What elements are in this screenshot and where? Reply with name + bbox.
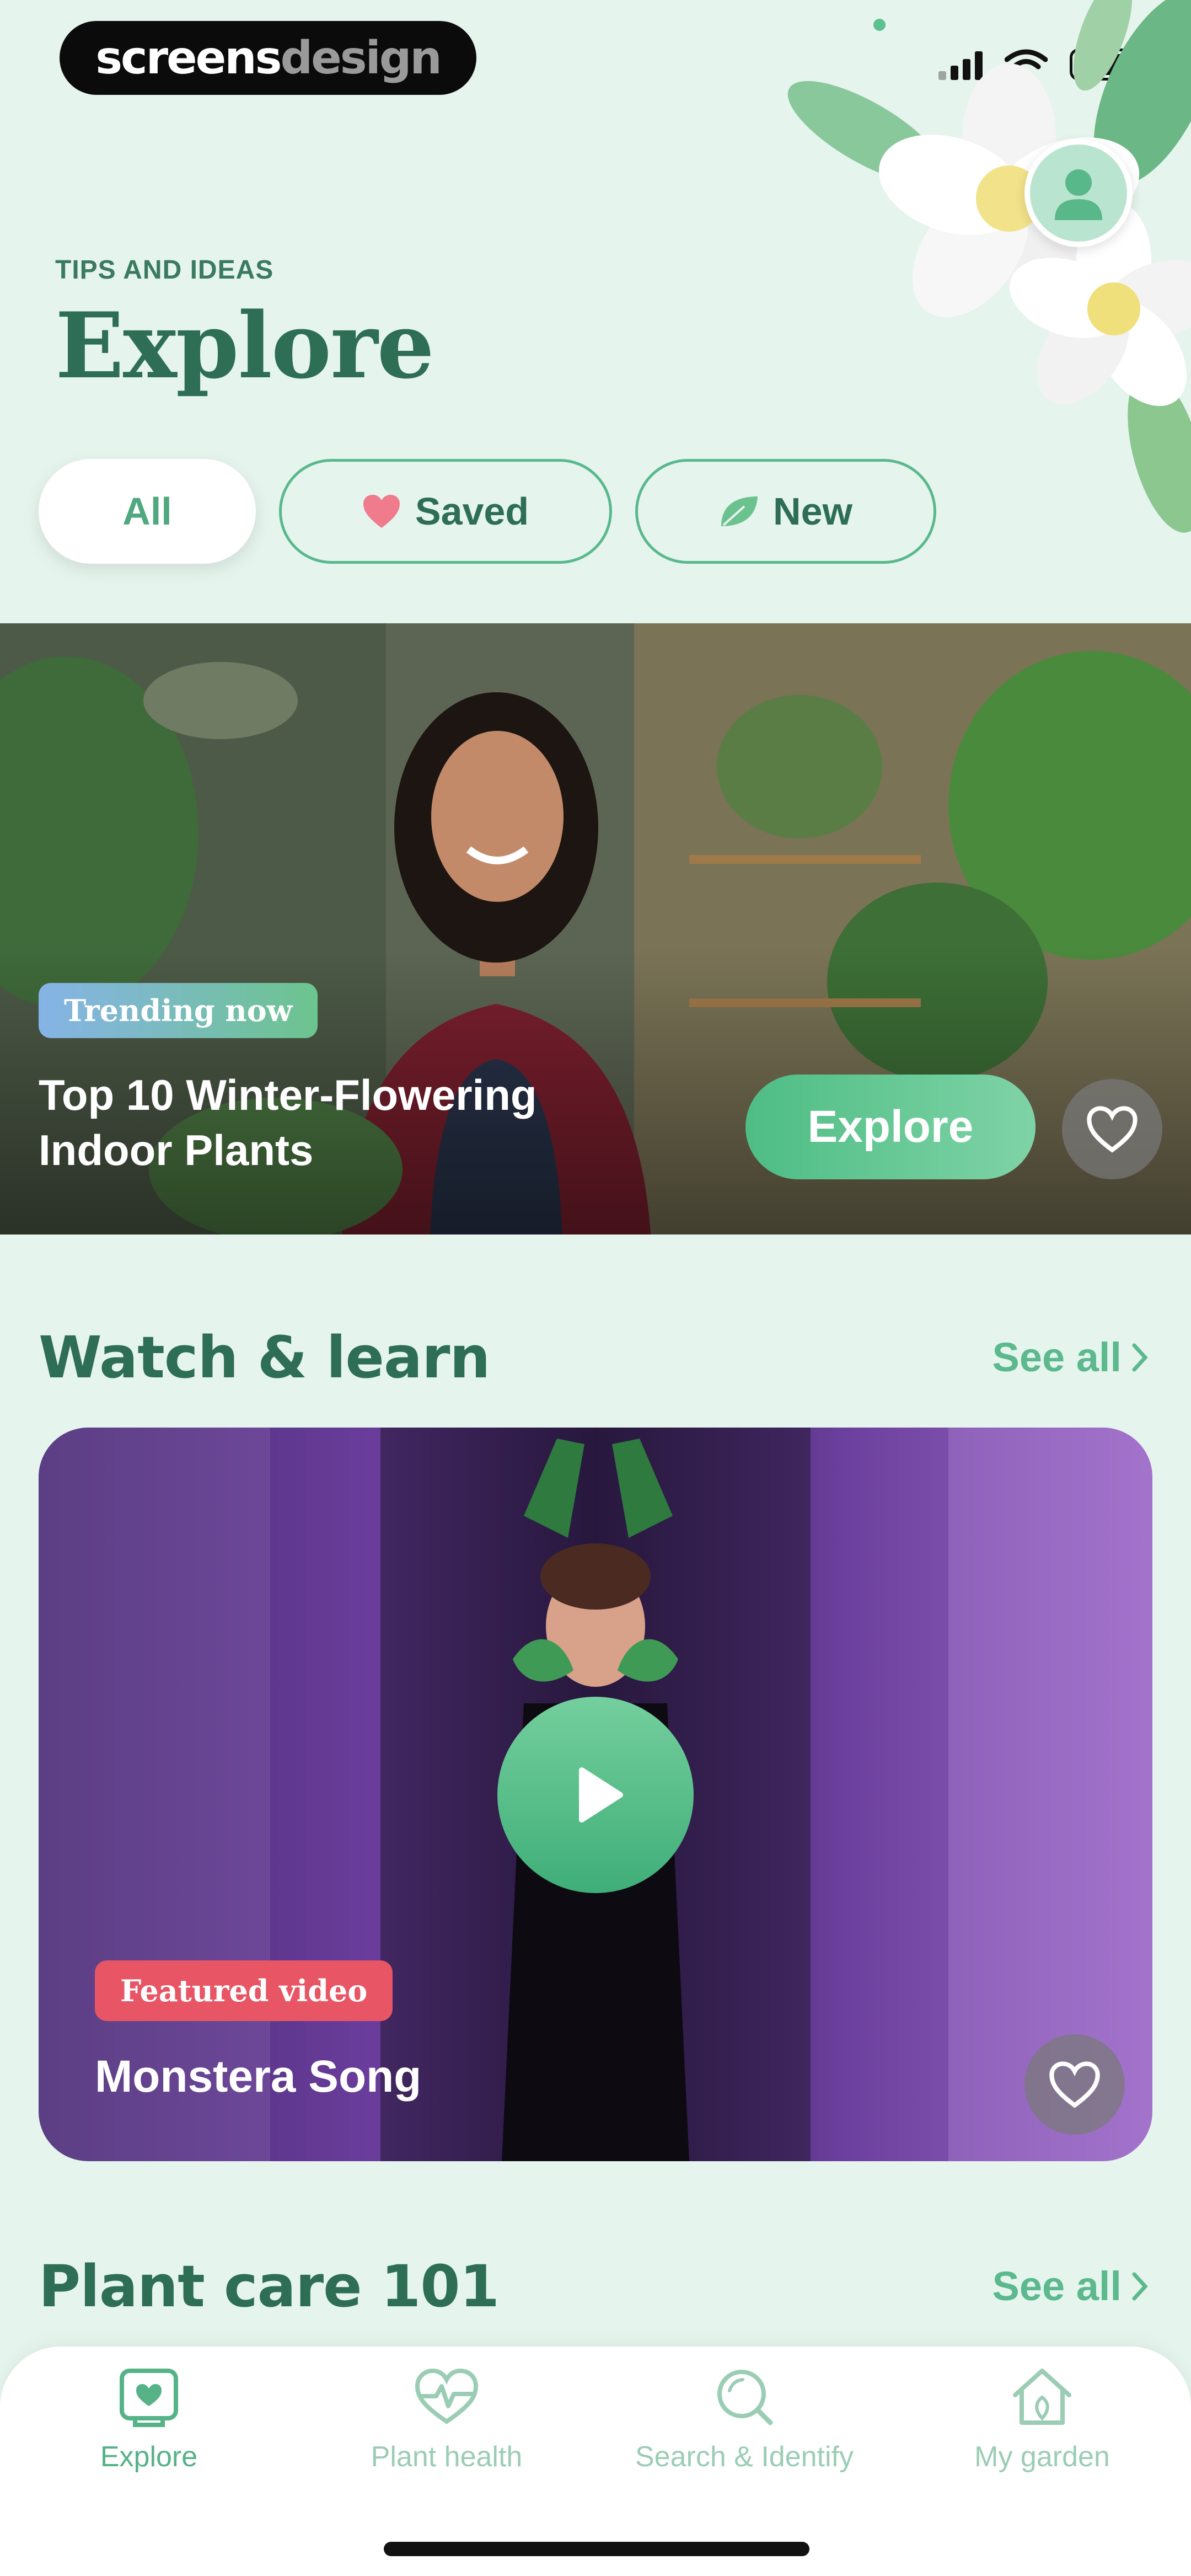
filter-chip-label: All: [122, 490, 172, 533]
page-eyebrow: TIPS AND IDEAS: [55, 255, 274, 285]
care-see-all-link[interactable]: See all: [992, 2263, 1148, 2310]
filter-chip-all[interactable]: All: [39, 459, 256, 564]
filter-chip-saved[interactable]: Saved: [279, 459, 612, 564]
home-icon: [1013, 2369, 1071, 2425]
filter-chips: All Saved New: [39, 459, 936, 564]
chevron-right-icon: [1132, 1343, 1148, 1371]
heart-outline-icon: [1049, 2061, 1100, 2108]
filter-chip-new[interactable]: New: [635, 459, 936, 564]
nav-tab-explore[interactable]: Explore: [0, 2366, 298, 2473]
hero-title: Top 10 Winter-Flowering Indoor Plants: [39, 1071, 537, 1174]
nav-label: Explore: [100, 2441, 198, 2473]
search-icon: [717, 2370, 773, 2425]
play-icon: [579, 1767, 623, 1823]
video-favorite-button[interactable]: [1024, 2034, 1125, 2135]
care-section-title: Plant care 101: [39, 2253, 500, 2320]
see-all-label: See all: [992, 2263, 1122, 2309]
nav-tab-my-garden[interactable]: My garden: [893, 2366, 1191, 2473]
watch-section-title: Watch & learn: [39, 1324, 490, 1391]
watermark-text-2: design: [280, 31, 442, 84]
heart-icon: [363, 495, 400, 528]
nav-label: Plant health: [371, 2441, 523, 2473]
screensdesign-watermark: screens design: [60, 21, 476, 95]
video-title: Monstera Song: [95, 2051, 422, 2102]
watermark-text-1: screens: [95, 31, 282, 84]
profile-avatar-button[interactable]: [1024, 139, 1133, 247]
nav-label: Search & Identify: [635, 2441, 854, 2473]
explore-button[interactable]: Explore: [745, 1075, 1036, 1179]
nav-tab-plant-health[interactable]: Plant health: [298, 2366, 596, 2473]
watch-see-all-link[interactable]: See all: [992, 1334, 1148, 1381]
filter-chip-label: New: [773, 490, 852, 533]
trending-badge: Trending now: [39, 983, 318, 1038]
play-button[interactable]: [497, 1697, 694, 1893]
book-heart-icon: [120, 2369, 178, 2427]
nav-label: My garden: [974, 2441, 1110, 2473]
leaf-icon: [721, 496, 758, 526]
filter-chip-label: Saved: [415, 490, 529, 533]
see-all-label: See all: [992, 1334, 1122, 1380]
home-indicator: [384, 2542, 809, 2556]
chevron-right-icon: [1132, 2272, 1148, 2300]
user-icon: [1055, 169, 1102, 220]
nav-tab-search-identify[interactable]: Search & Identify: [596, 2366, 893, 2473]
heart-outline-icon: [1087, 1106, 1138, 1153]
page-title: Explore: [55, 292, 434, 399]
featured-badge: Featured video: [95, 1960, 393, 2021]
hero-favorite-button[interactable]: [1062, 1079, 1162, 1179]
heartbeat-icon: [415, 2368, 479, 2424]
